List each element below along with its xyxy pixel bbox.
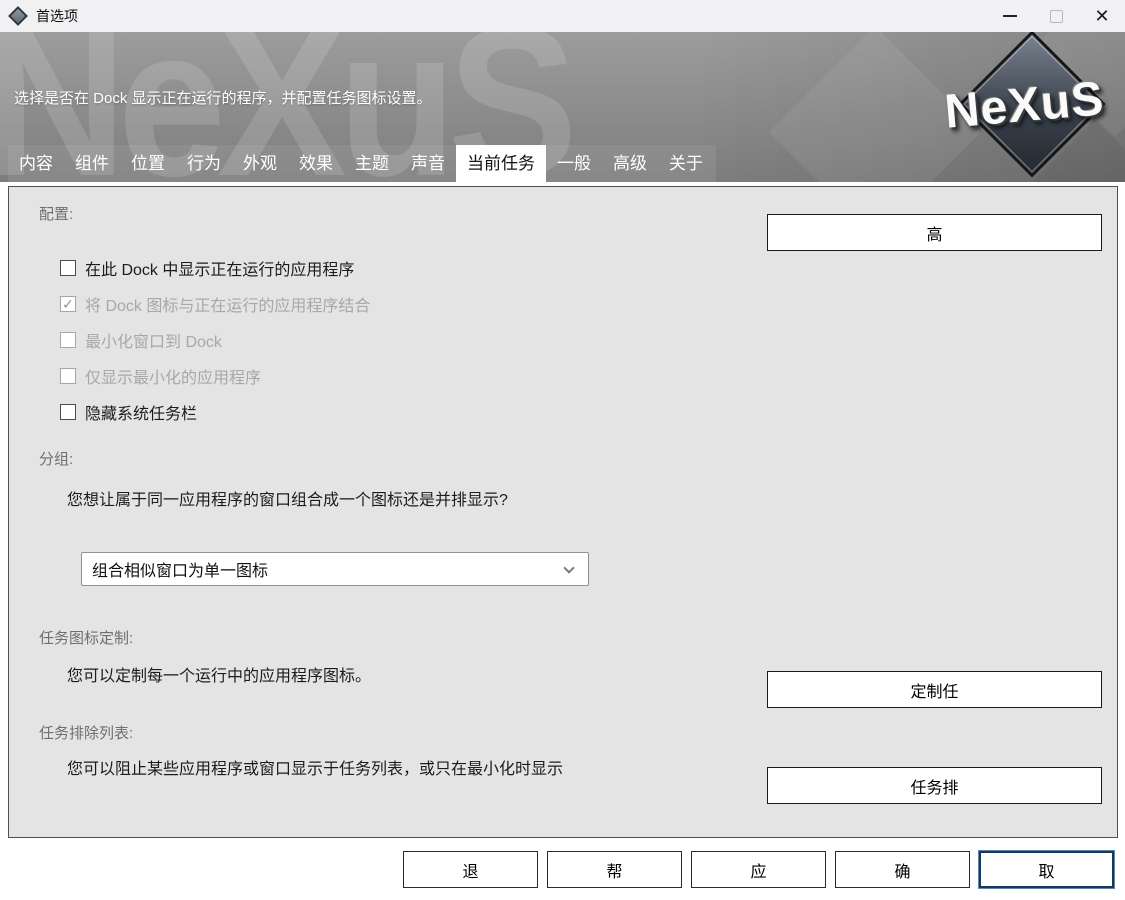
grouping-question: 您想让属于同一应用程序的窗口组合成一个图标还是并排显示? bbox=[67, 486, 508, 510]
checkbox-label: 最小化窗口到 Dock bbox=[85, 328, 222, 352]
task-exclusion-description: 您可以阻止某些应用程序或窗口显示于任务列表，或只在最小化时显示 bbox=[67, 755, 563, 779]
maximize-button[interactable] bbox=[1033, 0, 1079, 32]
app-icon bbox=[8, 6, 28, 26]
tab-modules[interactable]: 组件 bbox=[64, 145, 120, 182]
page-description: 选择是否在 Dock 显示正在运行的程序，并配置任务图标设置。 bbox=[14, 87, 432, 108]
checkmark-icon: ✓ bbox=[62, 297, 74, 311]
chevron-down-icon bbox=[563, 562, 574, 573]
maximize-icon bbox=[1050, 10, 1063, 23]
diamond-icon bbox=[8, 6, 28, 26]
tab-themes[interactable]: 主题 bbox=[344, 145, 400, 182]
window-controls: ✕ bbox=[987, 0, 1125, 32]
tab-advanced[interactable]: 高级 bbox=[602, 145, 658, 182]
task-exclusion-button[interactable]: 任务排 bbox=[767, 767, 1102, 804]
task-icon-description: 您可以定制每一个运行中的应用程序图标。 bbox=[67, 662, 371, 686]
minimize-icon bbox=[1003, 15, 1017, 17]
tab-about[interactable]: 关于 bbox=[658, 145, 714, 182]
cancel-button[interactable]: 取 bbox=[979, 851, 1114, 888]
checkbox-label: 隐藏系统任务栏 bbox=[85, 400, 197, 424]
footer-button-bar: 退 帮 应 确 取 bbox=[0, 838, 1125, 888]
checkbox-hide-taskbar[interactable]: 隐藏系统任务栏 bbox=[60, 400, 197, 424]
current-tasks-panel: 配置: 高 在此 Dock 中显示正在运行的应用程序 ✓ 将 Dock 图标与正… bbox=[8, 186, 1118, 838]
checkbox-show-running-apps[interactable]: 在此 Dock 中显示正在运行的应用程序 bbox=[60, 256, 354, 280]
close-icon: ✕ bbox=[1094, 7, 1109, 25]
nexus-logo: NeXuS bbox=[932, 32, 1117, 182]
header-banner: NeXuS NeXuS 选择是否在 Dock 显示正在运行的程序，并配置任务图标… bbox=[0, 32, 1125, 182]
title-bar: 首选项 ✕ bbox=[0, 0, 1125, 32]
checkbox-combine-dock-icons: ✓ 将 Dock 图标与正在运行的应用程序结合 bbox=[60, 292, 370, 316]
grouping-dropdown[interactable]: 组合相似窗口为单一图标 bbox=[81, 552, 589, 586]
close-button[interactable]: ✕ bbox=[1079, 0, 1125, 32]
nexus-logo-text: NeXuS bbox=[930, 70, 1119, 141]
task-exclusion-section-label: 任务排除列表: bbox=[39, 722, 133, 743]
tab-contents[interactable]: 内容 bbox=[8, 145, 64, 182]
grouping-dropdown-value: 组合相似窗口为单一图标 bbox=[92, 557, 268, 581]
tab-bar: 内容 组件 位置 行为 外观 效果 主题 声音 当前任务 一般 高级 关于 bbox=[8, 145, 716, 182]
minimize-button[interactable] bbox=[987, 0, 1033, 32]
customize-task-icons-button[interactable]: 定制任 bbox=[767, 671, 1102, 708]
apply-button[interactable]: 应 bbox=[691, 851, 826, 888]
exit-button[interactable]: 退 bbox=[403, 851, 538, 888]
ok-button[interactable]: 确 bbox=[835, 851, 970, 888]
checkbox-minimize-to-dock: 最小化窗口到 Dock bbox=[60, 328, 222, 352]
help-button[interactable]: 帮 bbox=[547, 851, 682, 888]
checkbox-box: ✓ bbox=[60, 296, 76, 312]
tab-appearance[interactable]: 外观 bbox=[232, 145, 288, 182]
window-title: 首选项 bbox=[36, 6, 78, 26]
checkbox-box[interactable] bbox=[60, 404, 76, 420]
tab-current-tasks[interactable]: 当前任务 bbox=[456, 145, 546, 182]
tab-general[interactable]: 一般 bbox=[546, 145, 602, 182]
advanced-button[interactable]: 高 bbox=[767, 214, 1102, 251]
tab-effects[interactable]: 效果 bbox=[288, 145, 344, 182]
tab-sounds[interactable]: 声音 bbox=[400, 145, 456, 182]
tab-position[interactable]: 位置 bbox=[120, 145, 176, 182]
checkbox-box bbox=[60, 368, 76, 384]
checkbox-label: 将 Dock 图标与正在运行的应用程序结合 bbox=[85, 292, 370, 316]
grouping-section-label: 分组: bbox=[39, 448, 73, 469]
checkbox-label: 仅显示最小化的应用程序 bbox=[85, 364, 261, 388]
config-section-label: 配置: bbox=[39, 203, 73, 224]
tab-behavior[interactable]: 行为 bbox=[176, 145, 232, 182]
checkbox-show-only-minimized: 仅显示最小化的应用程序 bbox=[60, 364, 261, 388]
task-icon-section-label: 任务图标定制: bbox=[39, 627, 133, 648]
checkbox-box bbox=[60, 332, 76, 348]
checkbox-box[interactable] bbox=[60, 260, 76, 276]
checkbox-label: 在此 Dock 中显示正在运行的应用程序 bbox=[85, 256, 354, 280]
